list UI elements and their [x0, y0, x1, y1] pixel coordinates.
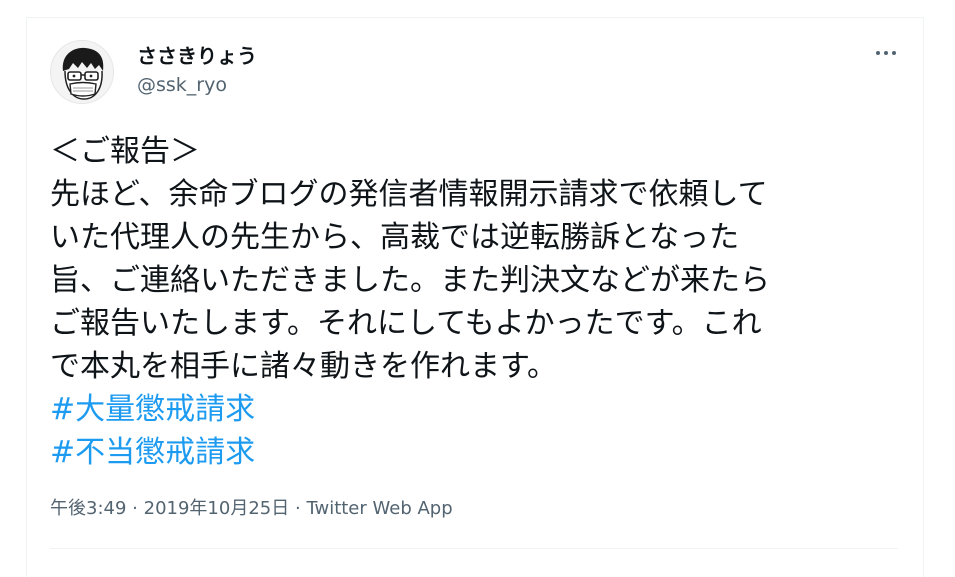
more-options-button[interactable]: [868, 38, 904, 68]
author-display-name[interactable]: ささきりょう: [137, 40, 257, 69]
tweet-text-line: 旨、ご連絡いただきました。また判決文などが来たら: [50, 263, 770, 298]
tweet-text-line: で本丸を相手に諸々動きを作れます。: [50, 349, 557, 384]
tweet-time[interactable]: 午後3:49: [50, 498, 126, 519]
author-handle[interactable]: @ssk_ryo: [137, 74, 227, 96]
tweet-text-line: ご報告いたします。それにしてもよかったです。これ: [50, 306, 762, 341]
avatar[interactable]: [50, 40, 114, 104]
tweet-metadata: 午後3:49 · 2019年10月25日 · Twitter Web App: [50, 494, 453, 520]
avatar-drawing: [51, 41, 113, 103]
more-horizontal-icon-dot: [884, 51, 888, 55]
meta-separator: ·: [294, 498, 301, 519]
hashtag-link[interactable]: #不当懲戒請求: [50, 431, 900, 474]
more-horizontal-icon: [876, 51, 880, 55]
tweet-text-line: 先ほど、余命ブログの発信者情報開示請求で依頼して: [50, 177, 768, 212]
hashtag-link[interactable]: #大量懲戒請求: [50, 388, 900, 431]
meta-separator: ·: [132, 498, 138, 519]
tweet-text-line: いた代理人の先生から、高裁では逆転勝訴となった: [50, 220, 740, 255]
tweet-text: ＜ご報告＞ 先ほど、余命ブログの発信者情報開示請求で依頼して いた代理人の先生か…: [50, 130, 900, 474]
tweet-source[interactable]: Twitter Web App: [306, 498, 452, 519]
divider: [50, 548, 898, 549]
tweet-date[interactable]: 2019年10月25日: [144, 498, 290, 519]
tweet-text-line: ＜ご報告＞: [50, 134, 200, 169]
more-horizontal-icon-dot: [892, 51, 896, 55]
